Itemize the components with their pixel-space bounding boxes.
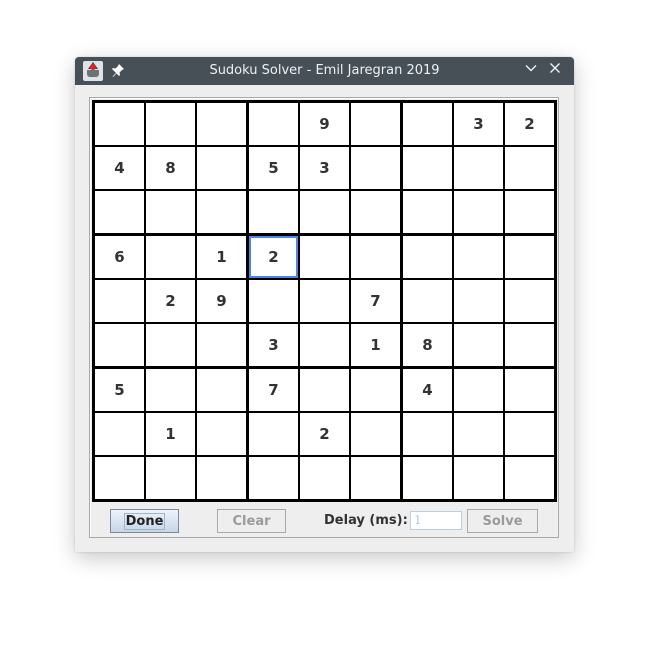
- sudoku-cell-r3-c6[interactable]: [351, 191, 400, 233]
- done-button[interactable]: Done: [110, 509, 179, 533]
- sudoku-cell-r2-c3[interactable]: [197, 147, 246, 189]
- sudoku-cell-r9-c7[interactable]: [403, 457, 452, 499]
- sudoku-cell-r9-c6[interactable]: [351, 457, 400, 499]
- sudoku-cell-r3-c3[interactable]: [197, 191, 246, 233]
- sudoku-cell-r3-c9[interactable]: [505, 191, 554, 233]
- solve-button[interactable]: Solve: [467, 509, 538, 533]
- sudoku-cell-r2-c4[interactable]: 5: [249, 147, 298, 189]
- sudoku-cell-r5-c8[interactable]: [454, 280, 503, 322]
- done-button-label: Done: [123, 512, 166, 530]
- delay-input[interactable]: 1: [410, 511, 462, 530]
- sudoku-cell-r5-c6[interactable]: 7: [351, 280, 400, 322]
- sudoku-cell-r4-c2[interactable]: [146, 236, 195, 278]
- window-title: Sudoku Solver - Emil Jaregran 2019: [209, 63, 440, 78]
- sudoku-cell-r2-c2[interactable]: 8: [146, 147, 195, 189]
- sudoku-cell-r2-c7[interactable]: [403, 147, 452, 189]
- controls-bar: Done Clear Delay (ms): 1 Solve: [90, 506, 558, 536]
- sudoku-cell-r4-c8[interactable]: [454, 236, 503, 278]
- sudoku-cell-r8-c9[interactable]: [505, 413, 554, 455]
- sudoku-cell-r7-c5[interactable]: [300, 369, 349, 411]
- sudoku-cell-r2-c5[interactable]: 3: [300, 147, 349, 189]
- sudoku-cell-r8-c6[interactable]: [351, 413, 400, 455]
- sudoku-cell-r7-c8[interactable]: [454, 369, 503, 411]
- sudoku-cell-r1-c4[interactable]: [249, 103, 298, 145]
- sudoku-cell-r1-c3[interactable]: [197, 103, 246, 145]
- main-panel: 932485361229731857412 Done Clear Delay (…: [89, 97, 559, 538]
- sudoku-cell-r6-c7[interactable]: 8: [403, 324, 452, 366]
- sudoku-cell-r4-c4[interactable]: 2: [249, 236, 298, 278]
- sudoku-cell-r1-c6[interactable]: [351, 103, 400, 145]
- sudoku-cell-r4-c5[interactable]: [300, 236, 349, 278]
- sudoku-cell-r1-c1[interactable]: [95, 103, 144, 145]
- sudoku-cell-r4-c9[interactable]: [505, 236, 554, 278]
- sudoku-cell-r6-c8[interactable]: [454, 324, 503, 366]
- sudoku-cell-r3-c4[interactable]: [249, 191, 298, 233]
- close-icon[interactable]: [545, 61, 565, 81]
- sudoku-cell-r5-c2[interactable]: 2: [146, 280, 195, 322]
- sudoku-cell-r1-c8[interactable]: 3: [454, 103, 503, 145]
- sudoku-cell-r4-c1[interactable]: 6: [95, 236, 144, 278]
- sudoku-cell-r8-c2[interactable]: 1: [146, 413, 195, 455]
- sudoku-cell-r6-c9[interactable]: [505, 324, 554, 366]
- sudoku-cell-r1-c2[interactable]: [146, 103, 195, 145]
- delay-label: Delay (ms):: [324, 513, 408, 528]
- sudoku-grid: 932485361229731857412: [92, 100, 557, 502]
- sudoku-cell-r7-c6[interactable]: [351, 369, 400, 411]
- sudoku-cell-r6-c1[interactable]: [95, 324, 144, 366]
- sudoku-cell-r4-c6[interactable]: [351, 236, 400, 278]
- sudoku-cell-r5-c3[interactable]: 9: [197, 280, 246, 322]
- sudoku-cell-r6-c5[interactable]: [300, 324, 349, 366]
- sudoku-cell-r1-c9[interactable]: 2: [505, 103, 554, 145]
- sudoku-cell-r7-c4[interactable]: 7: [249, 369, 298, 411]
- sudoku-cell-r5-c9[interactable]: [505, 280, 554, 322]
- sudoku-cell-r6-c3[interactable]: [197, 324, 246, 366]
- sudoku-cell-r9-c1[interactable]: [95, 457, 144, 499]
- sudoku-cell-r8-c4[interactable]: [249, 413, 298, 455]
- sudoku-cell-r1-c7[interactable]: [403, 103, 452, 145]
- chevron-down-icon[interactable]: [521, 61, 541, 81]
- sudoku-cell-r9-c2[interactable]: [146, 457, 195, 499]
- sudoku-cell-r5-c5[interactable]: [300, 280, 349, 322]
- sudoku-cell-r8-c3[interactable]: [197, 413, 246, 455]
- sudoku-cell-r2-c8[interactable]: [454, 147, 503, 189]
- sudoku-cell-r9-c3[interactable]: [197, 457, 246, 499]
- sudoku-cell-r7-c3[interactable]: [197, 369, 246, 411]
- sudoku-cell-r5-c7[interactable]: [403, 280, 452, 322]
- sudoku-cell-r4-c3[interactable]: 1: [197, 236, 246, 278]
- sudoku-cell-r6-c4[interactable]: 3: [249, 324, 298, 366]
- sudoku-cell-r7-c2[interactable]: [146, 369, 195, 411]
- sudoku-cell-r3-c7[interactable]: [403, 191, 452, 233]
- sudoku-cell-r2-c9[interactable]: [505, 147, 554, 189]
- sudoku-cell-r1-c5[interactable]: 9: [300, 103, 349, 145]
- sudoku-cell-r5-c1[interactable]: [95, 280, 144, 322]
- sudoku-cell-r6-c2[interactable]: [146, 324, 195, 366]
- sudoku-cell-r8-c7[interactable]: [403, 413, 452, 455]
- sudoku-cell-r5-c4[interactable]: [249, 280, 298, 322]
- sudoku-cell-r6-c6[interactable]: 1: [351, 324, 400, 366]
- sudoku-cell-r9-c5[interactable]: [300, 457, 349, 499]
- sudoku-cell-r9-c9[interactable]: [505, 457, 554, 499]
- sudoku-cell-r3-c5[interactable]: [300, 191, 349, 233]
- sudoku-cell-r3-c2[interactable]: [146, 191, 195, 233]
- sudoku-cell-r8-c8[interactable]: [454, 413, 503, 455]
- title-bar[interactable]: Sudoku Solver - Emil Jaregran 2019: [75, 57, 574, 85]
- sudoku-cell-r2-c1[interactable]: 4: [95, 147, 144, 189]
- app-window: Sudoku Solver - Emil Jaregran 2019 93248…: [75, 57, 574, 552]
- sudoku-cell-r4-c7[interactable]: [403, 236, 452, 278]
- sudoku-cell-r9-c8[interactable]: [454, 457, 503, 499]
- sudoku-cell-r9-c4[interactable]: [249, 457, 298, 499]
- sudoku-cell-r3-c1[interactable]: [95, 191, 144, 233]
- sudoku-cell-r7-c7[interactable]: 4: [403, 369, 452, 411]
- sudoku-cell-r7-c1[interactable]: 5: [95, 369, 144, 411]
- sudoku-cell-r2-c6[interactable]: [351, 147, 400, 189]
- sudoku-cell-r3-c8[interactable]: [454, 191, 503, 233]
- sudoku-cell-r8-c1[interactable]: [95, 413, 144, 455]
- sudoku-cell-r8-c5[interactable]: 2: [300, 413, 349, 455]
- clear-button[interactable]: Clear: [217, 509, 286, 533]
- sudoku-cell-r7-c9[interactable]: [505, 369, 554, 411]
